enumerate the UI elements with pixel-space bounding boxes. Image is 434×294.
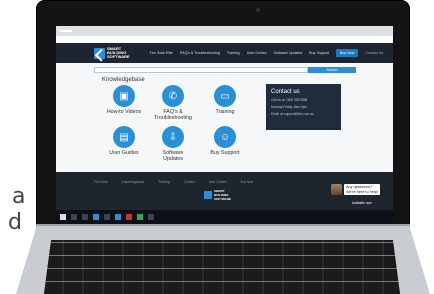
main-nav: Fire Suite Elite PAQ's & Troubleshooting… (150, 49, 383, 57)
app-icon[interactable] (126, 214, 132, 220)
tile-buy-support[interactable]: ☺ Buy Support (205, 126, 245, 156)
laptop-screen: SMART BUILDING SOFTWARE Fire Suite Elite… (56, 26, 393, 224)
chat-widget[interactable]: Any questions? We're here to help! (331, 184, 380, 195)
tile-label: FAQ's & Troubleshooting (154, 109, 192, 121)
site-logo[interactable]: SMART BUILDING SOFTWARE (94, 46, 130, 60)
footer-logo-mark-icon (204, 191, 212, 199)
contact-phone[interactable]: Call us on 1800 955 5888 (271, 98, 341, 102)
tile-how-to-videos[interactable]: ▣ How-to Videos (104, 85, 144, 115)
app-icon[interactable] (148, 214, 154, 220)
windows-start-icon[interactable] (60, 214, 66, 220)
tile-user-guides[interactable]: ▤ User Guides (104, 126, 144, 156)
chat-message-line2: We're here to help! (346, 189, 378, 194)
buy-now-button[interactable]: Buy Now (336, 49, 359, 57)
footer-logo-text: SMART BUILDING SOFTWARE (214, 189, 231, 201)
contact-box: Contact us Call us on 1800 955 5888 Mond… (266, 84, 341, 130)
browser-tab-strip (56, 26, 393, 36)
footer-link[interactable]: Buy Now (240, 180, 253, 184)
footer-link[interactable]: Training (158, 180, 169, 184)
search-button[interactable]: Search (308, 67, 356, 73)
contact-title: Contact us (271, 89, 300, 95)
footer-links: Fire Suite Knowledgebase Training Contac… (94, 180, 253, 184)
folder-icon[interactable] (104, 214, 110, 220)
logo-text: SMART BUILDING SOFTWARE (107, 47, 130, 59)
tile-faqs[interactable]: ✆ FAQ's & Troubleshooting (153, 85, 193, 121)
nav-item-buy-support[interactable]: Buy Support (309, 51, 329, 55)
site-header: SMART BUILDING SOFTWARE Fire Suite Elite… (56, 43, 393, 63)
download-icon: ⇩ (162, 126, 184, 148)
nav-item-software-updates[interactable]: Software Updates (274, 51, 303, 55)
tile-training[interactable]: ▭ Training (205, 85, 245, 115)
footer-link[interactable]: Knowledgebase (122, 180, 145, 184)
logo-line3: SOFTWARE (107, 54, 130, 59)
logo-mark-icon (94, 47, 105, 59)
video-icon: ▣ (113, 85, 135, 107)
search-input[interactable] (94, 67, 308, 73)
side-text-d: d (8, 210, 22, 235)
search-bar: Search (94, 67, 356, 73)
tile-label: Software Updates (162, 150, 184, 162)
contact-email[interactable]: Email us support@fire.com.au (271, 112, 341, 116)
nav-item-user-guides[interactable]: User Guides (247, 51, 267, 55)
tile-label: How-to Videos (106, 109, 142, 115)
footer-logo-line3: SOFTWARE (214, 197, 231, 201)
task-view-icon[interactable] (82, 214, 88, 220)
side-text-a: a (12, 184, 26, 209)
webcam-icon (256, 8, 260, 12)
monitor-icon: ▭ (214, 85, 236, 107)
photo-stage: a d SMART BUILDING SOFTWARE Fire Suite E… (0, 0, 434, 294)
keyboard-rows (44, 240, 400, 294)
footer-link[interactable]: User Guides (209, 180, 227, 184)
edge-icon[interactable] (93, 214, 99, 220)
avatar (331, 184, 342, 195)
footer-logo[interactable]: SMART BUILDING SOFTWARE (204, 189, 231, 201)
footer-link[interactable]: Fire Suite (94, 180, 108, 184)
tile-label: Buy Support (210, 150, 240, 156)
windows-taskbar (56, 210, 393, 224)
document-icon: ▤ (113, 126, 135, 148)
chat-message: Any questions? We're here to help! (344, 184, 380, 195)
nav-contact-link[interactable]: Contact Us (365, 51, 383, 55)
store-icon[interactable] (115, 214, 121, 220)
nav-item-training[interactable]: Training (227, 51, 240, 55)
nav-item-faqs[interactable]: PAQ's & Troubleshooting (180, 51, 220, 55)
browser-tab[interactable] (60, 30, 72, 32)
phone-icon: ✆ (162, 85, 184, 107)
tile-software-updates[interactable]: ⇩ Software Updates (153, 126, 193, 162)
support-icon: ☺ (214, 126, 236, 148)
footer-link[interactable]: Contact (184, 180, 195, 184)
contact-hours: Monday-Friday, 8am-5pm (271, 105, 308, 109)
app-icon[interactable] (137, 214, 143, 220)
search-icon[interactable] (71, 214, 77, 220)
chat-status[interactable]: Available now (352, 201, 372, 205)
tile-label: User Guides (109, 150, 139, 156)
knowledgebase-title: Knowledgebase (102, 77, 145, 83)
tile-label: Training (215, 109, 235, 115)
nav-item-fire-suite[interactable]: Fire Suite Elite (150, 51, 173, 55)
